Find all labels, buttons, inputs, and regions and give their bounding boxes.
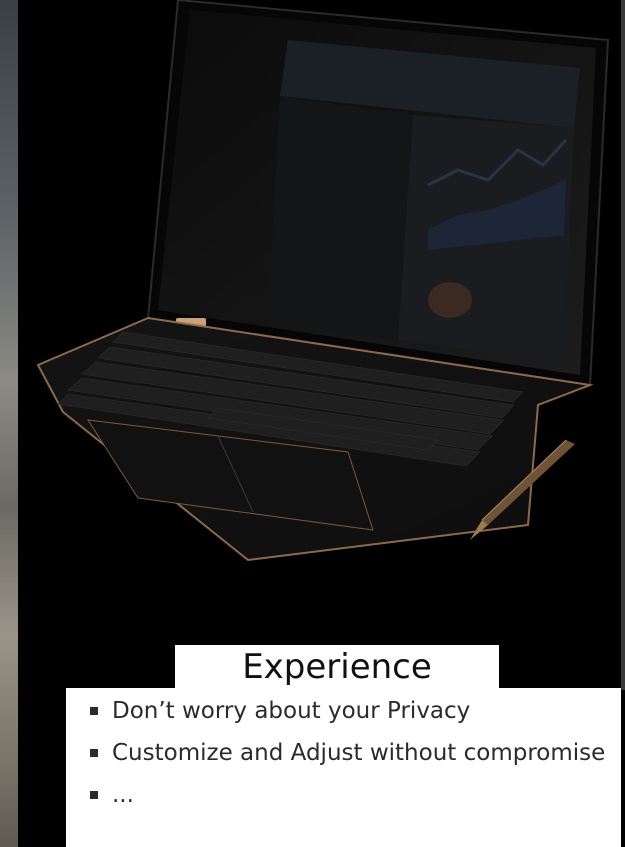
bullet-list-box: Don’t worry about your Privacy Customize… [66, 688, 621, 847]
adjacent-slide-edge [0, 0, 18, 847]
square-bullet-icon [90, 707, 98, 715]
text-panel: Experience Don’t worry about your Privac… [18, 585, 621, 847]
square-bullet-icon [90, 791, 98, 799]
laptop-photo [18, 0, 621, 585]
bullet-text: Customize and Adjust without compromise [112, 740, 606, 766]
bullet-list: Don’t worry about your Privacy Customize… [66, 688, 621, 810]
presentation-slide: Experience Don’t worry about your Privac… [0, 0, 625, 847]
list-item: Customize and Adjust without compromise [88, 738, 621, 768]
list-item: Don’t worry about your Privacy [88, 696, 621, 726]
list-item: ... [88, 780, 621, 810]
title-box: Experience [175, 645, 499, 690]
bullet-text: ... [112, 782, 134, 808]
slide-title: Experience [242, 647, 432, 687]
bullet-text: Don’t worry about your Privacy [112, 698, 471, 724]
square-bullet-icon [90, 749, 98, 757]
slide-right-edge [621, 0, 625, 690]
